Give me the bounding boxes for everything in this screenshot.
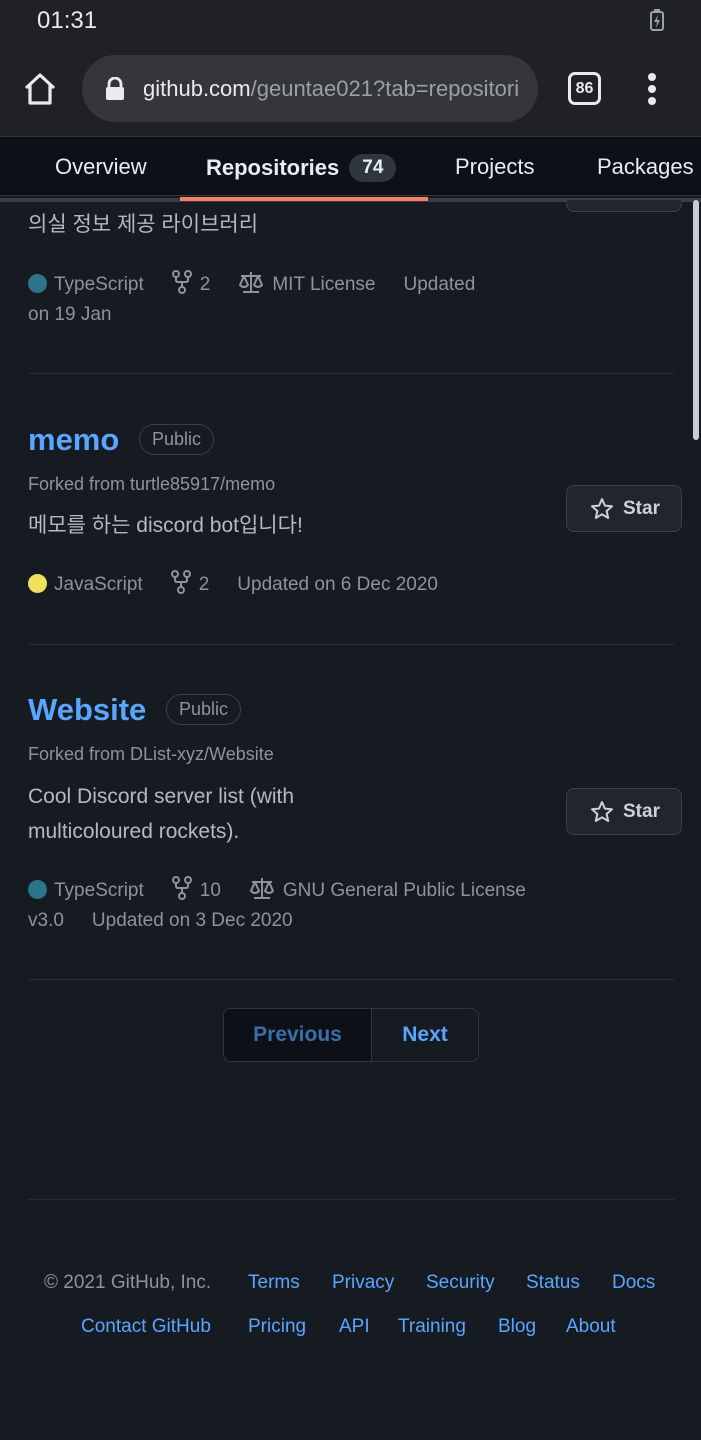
- repo-name-link[interactable]: memo: [28, 422, 119, 458]
- url-host: github.com: [143, 76, 251, 101]
- fork-icon: [171, 270, 192, 294]
- tab-packages[interactable]: Packages: [597, 154, 694, 180]
- star-icon: [591, 498, 613, 519]
- fork-icon: [170, 570, 191, 594]
- pagination: Previous Next: [223, 1008, 479, 1062]
- repo-license-version: v3.0: [28, 910, 64, 931]
- repo-language: TypeScript: [54, 274, 144, 295]
- footer-link-terms[interactable]: Terms: [248, 1272, 300, 1294]
- repositories-counter: 74: [349, 154, 397, 182]
- forked-from-link[interactable]: Forked from DList-xyz/Website: [28, 744, 274, 765]
- star-button-partial[interactable]: [566, 200, 682, 212]
- repo-license: GNU General Public License: [282, 880, 526, 901]
- footer-link-privacy[interactable]: Privacy: [332, 1272, 394, 1294]
- repo-description-line: multicoloured rockets).: [28, 820, 240, 843]
- repo-meta: TypeScript 10 GNU General Public License v3…: [28, 876, 588, 936]
- law-icon: [249, 878, 274, 899]
- tab-repositories-label: Repositories: [206, 155, 340, 180]
- language-color-dot: [28, 574, 47, 593]
- star-button[interactable]: Star: [566, 788, 682, 835]
- repo-updated: on 19 Jan: [28, 304, 112, 325]
- footer-copyright: © 2021 GitHub, Inc.: [44, 1272, 212, 1293]
- tab-projects[interactable]: Projects: [455, 154, 534, 180]
- visibility-badge: Public: [139, 424, 215, 455]
- repo-description: 메모를 하는 discord bot입니다!: [28, 514, 303, 537]
- star-icon: [591, 801, 613, 822]
- url-path: /geuntae021?tab=repositori: [250, 76, 520, 101]
- footer-link-security[interactable]: Security: [426, 1272, 495, 1294]
- tab-switcher-button[interactable]: 86: [568, 72, 601, 105]
- url-bar[interactable]: github.com/geuntae021?tab=repositori: [82, 55, 538, 122]
- divider: [28, 373, 675, 374]
- browser-chrome: 01:31 github.com/geuntae021?tab=reposito…: [0, 0, 701, 136]
- star-label: Star: [623, 498, 660, 519]
- repo-description-line: Cool Discord server list (with: [28, 785, 295, 808]
- forked-from-link[interactable]: Forked from turtle85917/memo: [28, 474, 275, 495]
- repo-language: JavaScript: [54, 574, 143, 595]
- home-icon[interactable]: [22, 71, 58, 107]
- star-button[interactable]: Star: [566, 485, 682, 532]
- repo-language: TypeScript: [54, 880, 144, 901]
- repository-list: 의실 정보 제공 라이브러리 TypeScript 2 MIT License Upd…: [0, 200, 701, 1440]
- footer-link-pricing[interactable]: Pricing: [248, 1316, 306, 1338]
- tab-repositories[interactable]: Repositories 74: [206, 154, 397, 182]
- language-color-dot: [28, 880, 47, 899]
- footer-link-training[interactable]: Training: [398, 1316, 466, 1338]
- tab-overview[interactable]: Overview: [55, 154, 147, 180]
- repo-description: Cool Discord server list (with multicolou…: [28, 779, 294, 849]
- footer-link-about[interactable]: About: [566, 1316, 616, 1338]
- profile-tab-nav: Overview Repositories 74 Projects Package…: [0, 136, 701, 196]
- footer-link-docs[interactable]: Docs: [612, 1272, 655, 1294]
- footer-link-blog[interactable]: Blog: [498, 1316, 536, 1338]
- repo-updated: Updated on 6 Dec 2020: [237, 574, 438, 595]
- repo-license: MIT License: [272, 274, 376, 295]
- footer-divider: [28, 1199, 675, 1200]
- repo-forks: 10: [199, 880, 221, 901]
- repo-updated: Updated on 3 Dec 2020: [91, 910, 293, 931]
- repo-description: 의실 정보 제공 라이브러리: [28, 213, 259, 236]
- repo-meta: TypeScript 2 MIT License Updated on 19 Jan: [28, 270, 548, 330]
- status-time: 01:31: [37, 7, 98, 34]
- footer-link-api[interactable]: API: [339, 1316, 370, 1338]
- next-page-button[interactable]: Next: [372, 1009, 478, 1061]
- url-text: github.com/geuntae021?tab=repositori: [143, 76, 519, 102]
- repo-updated-prefix: Updated: [403, 274, 476, 295]
- language-color-dot: [28, 274, 47, 293]
- previous-page-button: Previous: [224, 1009, 372, 1061]
- divider: [28, 644, 675, 645]
- footer-link-contact[interactable]: Contact GitHub: [81, 1316, 211, 1338]
- repo-forks: 2: [198, 574, 210, 595]
- repo-name-link[interactable]: Website: [28, 692, 146, 728]
- lock-icon: [106, 77, 124, 100]
- star-label: Star: [623, 801, 660, 822]
- page-scrollbar[interactable]: [693, 200, 699, 440]
- battery-charging-icon: [650, 9, 664, 31]
- fork-icon: [171, 876, 192, 900]
- divider: [28, 979, 675, 980]
- footer-link-status[interactable]: Status: [526, 1272, 580, 1294]
- repo-forks: 2: [199, 274, 211, 295]
- law-icon: [239, 272, 264, 293]
- repo-meta: JavaScript 2 Updated on 6 Dec 2020: [28, 570, 466, 600]
- browser-menu-icon[interactable]: [646, 73, 658, 105]
- visibility-badge: Public: [166, 694, 242, 725]
